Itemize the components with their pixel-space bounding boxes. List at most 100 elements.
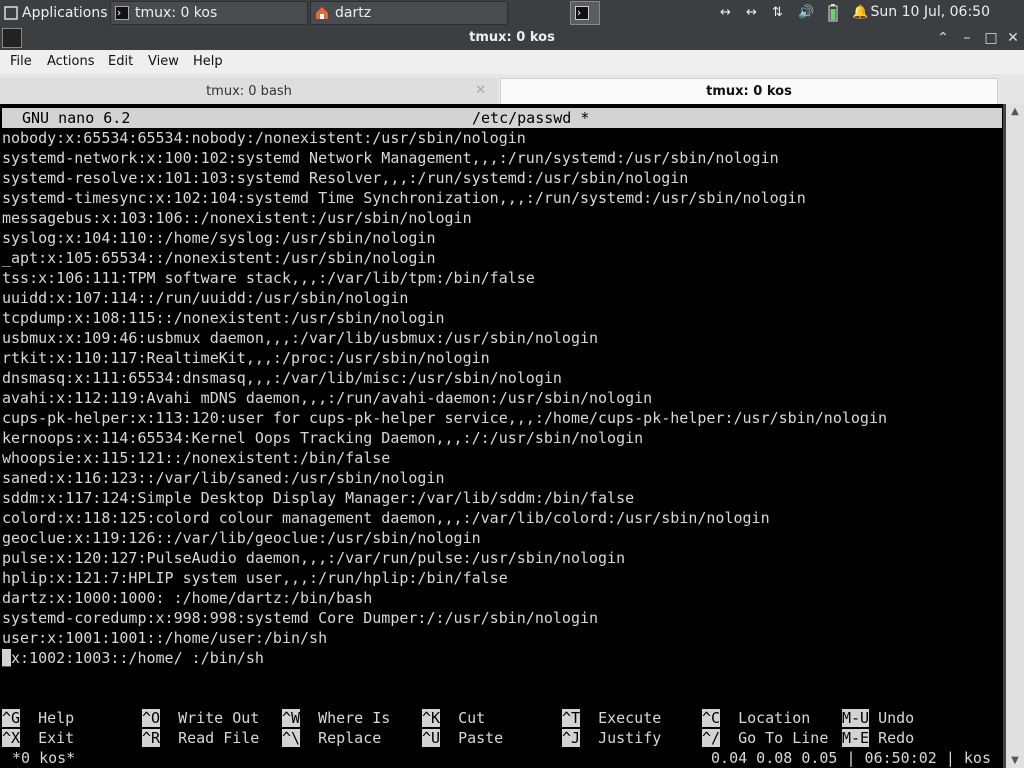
tmux-status-right: 0.04 0.08 0.05 | 06:50:02 | kos (711, 749, 991, 767)
shortcut-where-is[interactable]: ^W Where Is (282, 708, 390, 728)
file-line[interactable]: _apt:x:105:65534::/nonexistent:/usr/sbin… (2, 248, 435, 268)
shortcut-key: ^T (562, 709, 581, 727)
shortcut-go-to-line[interactable]: ^/ Go To Line (702, 728, 828, 748)
file-line[interactable]: nobody:x:65534:65534:nobody:/nonexistent… (2, 128, 526, 148)
shortcut-key: ^C (702, 709, 721, 727)
file-line[interactable]: uuidd:x:107:114::/run/uuidd:/usr/sbin/no… (2, 288, 408, 308)
file-line[interactable]: systemd-timesync:x:102:104:systemd Time … (2, 188, 806, 208)
keep-above-icon[interactable]: ⌃ (934, 29, 952, 47)
shortcut-label: Exit (38, 729, 75, 747)
file-line[interactable]: messagebus:x:103:106::/nonexistent:/usr/… (2, 208, 472, 228)
shortcut-label: Where Is (318, 709, 391, 727)
window-title: tmux: 0 kos (469, 30, 555, 45)
shortcut-redo[interactable]: M-E Redo (842, 728, 914, 748)
shortcut-execute[interactable]: ^T Execute (562, 708, 661, 728)
tmux-window-label[interactable]: *0 kos* (12, 748, 75, 768)
transfer-icon[interactable]: ⇅ (772, 5, 783, 20)
scroll-up-icon[interactable]: ▲ (1006, 106, 1024, 117)
maximize-icon[interactable]: □ (982, 29, 1000, 47)
file-line[interactable]: whoopsie:x:115:121::/nonexistent:/bin/fa… (2, 448, 390, 468)
file-line[interactable]: pulse:x:120:127:PulseAudio daemon,,,:/va… (2, 548, 625, 568)
battery-icon[interactable] (828, 4, 838, 22)
file-line[interactable]: dartz:x:1000:1000: :/home/dartz:/bin/bas… (2, 588, 372, 608)
menu-edit[interactable]: Edit (108, 54, 133, 69)
shortcut-key: M-E (842, 729, 870, 747)
file-line[interactable]: geoclue:x:119:126::/var/lib/geoclue:/usr… (2, 528, 481, 548)
file-line[interactable]: systemd-coredump:x:998:998:systemd Core … (2, 608, 598, 628)
file-line[interactable]: sddm:x:117:124:Simple Desktop Display Ma… (2, 488, 634, 508)
shortcut-key: ^R (142, 729, 161, 747)
file-line[interactable]: tss:x:106:111:TPM software stack,,,:/var… (2, 268, 535, 288)
terminal-area[interactable]: GNU nano 6.2/etc/passwd * nobody:x:65534… (0, 104, 1024, 768)
file-line[interactable]: user:x:1001:1001::/home/user:/bin/sh (2, 628, 327, 648)
shortcut-label: Go To Line (738, 729, 829, 747)
line-text: x:1002:1003::/home/ :/bin/sh (11, 649, 264, 667)
shortcut-exit[interactable]: ^X Exit (2, 728, 74, 748)
taskbar-item-tmux[interactable]: tmux: 0 kos (110, 1, 308, 25)
volume-icon[interactable]: 🔊 (798, 5, 814, 20)
menubar: File Actions Edit View Help (0, 50, 1024, 74)
shortcut-paste[interactable]: ^U Paste (422, 728, 503, 748)
taskbar-item-dartz[interactable]: dartz (310, 1, 508, 25)
shortcut-label: Justify (598, 729, 662, 747)
scrollbar[interactable]: ▲ ▼ (1006, 104, 1024, 768)
shortcut-label: Undo (878, 709, 915, 727)
shortcut-key: M-U (842, 709, 870, 727)
top-panel: Applications tmux: 0 kos dartz ↔ ↔ ⇅ 🔊 🔔… (0, 0, 1024, 26)
file-line[interactable]: saned:x:116:123::/var/lib/saned:/usr/sbi… (2, 468, 445, 488)
shortcut-label: Location (738, 709, 811, 727)
network-icon[interactable]: ↔ (746, 5, 757, 20)
shortcut-key: ^J (562, 729, 581, 747)
applications-menu-button[interactable]: Applications (0, 1, 108, 25)
shortcut-cut[interactable]: ^K Cut (422, 708, 485, 728)
shortcut-read-file[interactable]: ^R Read File (142, 728, 259, 748)
notification-bell-icon[interactable]: 🔔 (852, 5, 868, 20)
shortcut-location[interactable]: ^C Location (702, 708, 810, 728)
close-tab-icon[interactable]: ✕ (475, 83, 486, 98)
applications-icon (4, 6, 18, 20)
file-line[interactable]: rtkit:x:110:117:RealtimeKit,,,:/proc:/us… (2, 348, 490, 368)
file-line[interactable]: systemd-network:x:100:102:systemd Networ… (2, 148, 779, 168)
file-line[interactable]: kernoops:x:114:65534:Kernel Oops Trackin… (2, 428, 643, 448)
shortcut-label: Cut (458, 709, 486, 727)
menu-help[interactable]: Help (193, 54, 223, 69)
network-icon[interactable]: ↔ (720, 5, 731, 20)
shortcut-undo[interactable]: M-U Undo (842, 708, 914, 728)
menu-file[interactable]: File (10, 54, 32, 69)
file-line[interactable]: syslog:x:104:110::/home/syslog:/usr/sbin… (2, 228, 435, 248)
shortcut-write-out[interactable]: ^O Write Out (142, 708, 259, 728)
taskbar-item-label: tmux: 0 kos (135, 5, 218, 21)
taskbar-item-label: dartz (335, 5, 372, 21)
file-line[interactable]: usbmux:x:109:46:usbmux daemon,,,:/var/li… (2, 328, 598, 348)
scroll-down-icon[interactable]: ▼ (1006, 755, 1024, 766)
close-icon[interactable]: ✕ (1004, 29, 1022, 47)
home-folder-icon (316, 7, 328, 19)
shortcut-replace[interactable]: ^\ Replace (282, 728, 381, 748)
menu-view[interactable]: View (148, 54, 179, 69)
file-line[interactable]: colord:x:118:125:colord colour managemen… (2, 508, 770, 528)
cursor-line[interactable]: _x:1002:1003::/home/ :/bin/sh (2, 648, 264, 668)
window-titlebar[interactable]: tmux: 0 kos ⌃ – □ ✕ (0, 26, 1024, 50)
shortcut-key: ^U (422, 729, 441, 747)
tmux-status-bar: *0 kos* 0.04 0.08 0.05 | 06:50:02 | kos (0, 748, 1003, 768)
menu-actions[interactable]: Actions (47, 54, 95, 69)
tab-tmux-kos[interactable]: tmux: 0 kos (500, 78, 998, 104)
file-line[interactable]: dnsmasq:x:111:65534:dnsmasq,,,:/var/lib/… (2, 368, 562, 388)
show-desktop-button[interactable] (570, 1, 600, 25)
file-line[interactable]: tcpdump:x:108:115::/nonexistent:/usr/sbi… (2, 308, 445, 328)
file-line[interactable]: hplip:x:121:7:HPLIP system user,,,:/run/… (2, 568, 508, 588)
file-line[interactable]: systemd-resolve:x:101:103:systemd Resolv… (2, 168, 688, 188)
tab-tmux-bash[interactable]: tmux: 0 bash ✕ (0, 78, 498, 104)
shortcut-help[interactable]: ^G Help (2, 708, 74, 728)
shortcut-label: Redo (878, 729, 915, 747)
shortcut-key: ^O (142, 709, 161, 727)
nano-header: GNU nano 6.2/etc/passwd * (2, 108, 1002, 128)
minimize-icon[interactable]: – (958, 29, 976, 47)
shortcut-justify[interactable]: ^J Justify (562, 728, 661, 748)
shortcut-key: ^K (422, 709, 441, 727)
clock[interactable]: Sun 10 Jul, 06:50 (871, 4, 991, 20)
file-line[interactable]: avahi:x:112:119:Avahi mDNS daemon,,,:/ru… (2, 388, 652, 408)
file-line[interactable]: cups-pk-helper:x:113:120:user for cups-p… (2, 408, 887, 428)
shortcut-label: Replace (318, 729, 382, 747)
shortcut-label: Paste (458, 729, 504, 747)
